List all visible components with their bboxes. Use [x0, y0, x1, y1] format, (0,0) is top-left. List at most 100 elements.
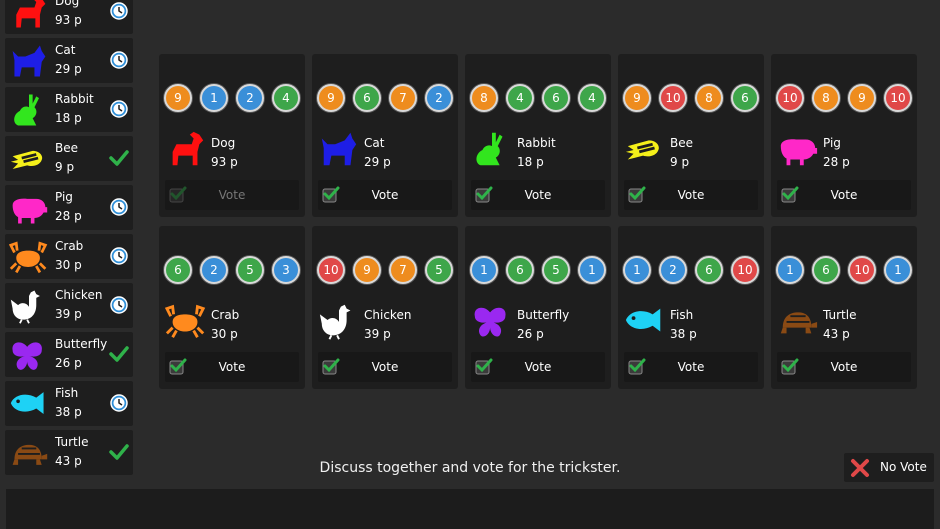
score-badge: 8	[812, 84, 840, 112]
fish-icon	[10, 392, 44, 414]
card-animal-points: 43 p	[823, 327, 850, 341]
player-points: 18 p	[55, 111, 82, 125]
sidebar-item-rabbit[interactable]: Rabbit 18 p	[5, 87, 133, 132]
card-animal-name: Chicken	[364, 308, 412, 322]
vote-card-butterfly: 1 6 5 1 Butterfly 26 p Vote	[465, 226, 611, 389]
score-badges: 1 2 6 10	[623, 256, 759, 286]
score-badge: 10	[776, 84, 804, 112]
sidebar-item-fish[interactable]: Fish 38 p	[5, 381, 133, 426]
card-animal-name: Butterfly	[517, 308, 570, 322]
score-badges: 8464	[470, 84, 606, 114]
score-badges: 10 8 9 10	[776, 84, 912, 114]
vote-button[interactable]: Vote	[165, 352, 299, 382]
score-badge: 4	[272, 84, 300, 112]
dog-icon	[16, 0, 46, 28]
vote-label: Vote	[830, 188, 858, 202]
vote-button[interactable]: Vote	[624, 352, 758, 382]
vote-label: Vote	[371, 188, 399, 202]
pig-icon	[780, 139, 818, 166]
vote-button[interactable]: Vote	[318, 352, 452, 382]
score-badge: 1	[200, 84, 228, 112]
instruction-text: Discuss together and vote for the tricks…	[319, 460, 621, 476]
sidebar-item-butterfly[interactable]: Butterfly 26 p	[5, 332, 133, 377]
score-badge: 2	[425, 84, 453, 112]
player-points: 9 p	[55, 160, 75, 174]
score-badge: 3	[272, 256, 300, 284]
bee-icon	[10, 150, 43, 169]
card-animal-points: 30 p	[211, 327, 238, 341]
bee-icon	[625, 140, 659, 160]
clock-icon	[110, 51, 128, 69]
check-icon	[109, 150, 129, 166]
vote-button[interactable]: Vote	[777, 352, 911, 382]
vote-button[interactable]: Vote	[471, 180, 605, 210]
turtle-icon	[780, 312, 818, 334]
vote-card-cat: 9 6 7 2 Cat 29 p Vote	[312, 54, 458, 217]
vote-button[interactable]: Vote	[624, 180, 758, 210]
score-badges: 6253	[164, 256, 300, 286]
score-badges: 10 9 7 5	[317, 256, 453, 286]
score-badge: 6	[542, 84, 570, 112]
player-points: 28 p	[55, 209, 82, 223]
player-name: Butterfly	[55, 337, 108, 351]
sidebar-item-pig[interactable]: Pig 28 p	[5, 185, 133, 230]
vote-button[interactable]: Vote	[471, 352, 605, 382]
butterfly-icon	[12, 342, 42, 370]
sidebar-item-crab[interactable]: Crab 30 p	[5, 234, 133, 279]
score-badge: 6	[353, 84, 381, 112]
score-badge: 9	[164, 84, 192, 112]
card-animal-name: Cat	[364, 136, 385, 150]
player-name: Dog	[55, 0, 80, 8]
chat-bar[interactable]	[6, 489, 934, 529]
player-name: Turtle	[55, 435, 89, 449]
player-points: 38 p	[55, 405, 82, 419]
player-name: Chicken	[55, 288, 103, 302]
chicken-icon	[10, 290, 40, 324]
crab-icon	[9, 241, 48, 274]
player-points: 39 p	[55, 307, 82, 321]
card-animal-points: 38 p	[670, 327, 697, 341]
butterfly-icon	[474, 307, 506, 337]
score-badge: 8	[470, 84, 498, 112]
vote-card-rabbit: 8 4 6 4 Rabbit 18 p Vote	[465, 54, 611, 217]
score-badge: 7	[389, 84, 417, 112]
fish-icon	[625, 308, 661, 332]
vote-grid: 9 1 2 4 Dog 93 p Vote 9 6 7 2 Cat 29 p Vote 8 4 6 4 Rabbit…	[159, 54, 917, 390]
card-animal-name: Dog	[211, 136, 236, 150]
player-name: Rabbit	[55, 92, 94, 106]
cat-icon	[321, 132, 357, 166]
vote-button[interactable]: Vote	[165, 180, 299, 210]
sidebar-item-dog[interactable]: Dog 93 p	[5, 0, 133, 34]
score-badge: 1	[884, 256, 912, 284]
pig-icon	[12, 198, 48, 224]
vote-button[interactable]: Vote	[777, 180, 911, 210]
player-points: 30 p	[55, 258, 82, 272]
vote-label: Vote	[218, 360, 246, 374]
sidebar-item-chicken[interactable]: Chicken 39 p	[5, 283, 133, 328]
vote-label: Vote	[524, 188, 552, 202]
sidebar-item-cat[interactable]: Cat 29 p	[5, 38, 133, 83]
chicken-icon	[319, 304, 351, 340]
score-badge: 6	[812, 256, 840, 284]
score-badge: 8	[695, 84, 723, 112]
clock-icon	[110, 394, 128, 412]
no-vote-button[interactable]: No Vote	[844, 453, 934, 482]
card-animal-points: 28 p	[823, 155, 850, 169]
score-badge: 10	[317, 256, 345, 284]
vote-button[interactable]: Vote	[318, 180, 452, 210]
score-badge: 2	[200, 256, 228, 284]
sidebar-item-bee[interactable]: Bee 9 p	[5, 136, 133, 181]
score-badge: 6	[731, 84, 759, 112]
score-badge: 5	[542, 256, 570, 284]
vote-label: Vote	[524, 360, 552, 374]
score-badges: 9672	[317, 84, 453, 114]
score-badge: 1	[776, 256, 804, 284]
score-badge: 9	[848, 84, 876, 112]
score-badge: 6	[695, 256, 723, 284]
x-icon	[851, 459, 869, 477]
score-badge: 1	[623, 256, 651, 284]
card-animal-points: 9 p	[670, 155, 690, 169]
clock-icon	[110, 100, 128, 118]
player-points: 29 p	[55, 62, 82, 76]
score-badge: 6	[506, 256, 534, 284]
